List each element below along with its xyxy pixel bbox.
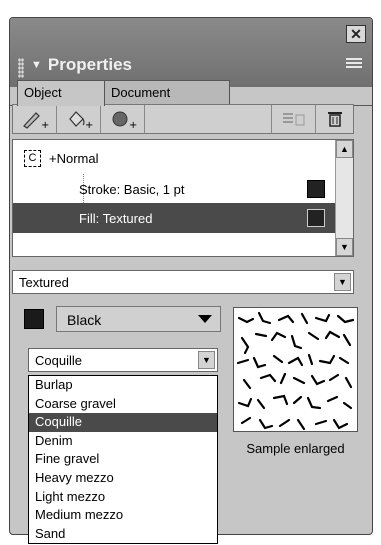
- panel-title-label: Properties: [47, 55, 132, 74]
- texture-pattern: [236, 311, 355, 431]
- chevron-down-icon[interactable]: ▼: [198, 351, 215, 369]
- list-item[interactable]: Denim: [29, 432, 217, 451]
- delete-button[interactable]: [315, 105, 353, 133]
- texture-preview: [233, 307, 358, 432]
- style-icon: C: [24, 149, 41, 167]
- drag-grip-icon[interactable]: [18, 58, 24, 78]
- panel-menu-icon[interactable]: [346, 58, 362, 72]
- fill-type-value: Textured: [19, 275, 69, 290]
- preview-caption: Sample enlarged: [246, 441, 345, 456]
- add-effect-button[interactable]: +: [101, 105, 145, 133]
- scroll-up-icon[interactable]: ▲: [336, 140, 353, 158]
- fill-type-select[interactable]: Textured ▼: [12, 270, 354, 294]
- delete-all-icon: [282, 113, 304, 126]
- fill-color-swatch[interactable]: [307, 209, 325, 227]
- collapse-triangle-icon[interactable]: ▼: [31, 59, 42, 71]
- tab-document[interactable]: Document: [104, 80, 230, 106]
- list-item-selected[interactable]: Coquille: [29, 413, 217, 432]
- close-icon: ✕: [350, 25, 362, 42]
- triangle-down-icon: [198, 315, 212, 323]
- panel-title[interactable]: ▼ Properties: [31, 55, 132, 75]
- scroll-down-icon[interactable]: ▼: [336, 238, 353, 256]
- list-item-style[interactable]: C +Normal: [13, 143, 335, 173]
- color-select[interactable]: Black: [56, 306, 221, 332]
- tab-object[interactable]: Object: [17, 80, 105, 106]
- list-item[interactable]: Heavy mezzo: [29, 469, 217, 488]
- stroke-color-swatch[interactable]: [307, 180, 325, 198]
- list-item[interactable]: Light mezzo: [29, 488, 217, 507]
- attribute-list-scrollbar[interactable]: ▲ ▼: [335, 140, 353, 256]
- add-stroke-icon: +: [22, 112, 49, 129]
- color-swatch[interactable]: [24, 309, 44, 329]
- close-button[interactable]: ✕: [346, 25, 366, 43]
- attribute-toolbar: + + +: [12, 104, 354, 134]
- texture-select[interactable]: Coquille ▼: [28, 348, 218, 372]
- fill-label: Fill: Textured: [79, 210, 153, 226]
- list-item[interactable]: Medium mezzo: [29, 506, 217, 525]
- svg-text:+: +: [85, 120, 93, 129]
- trash-icon: [327, 112, 342, 127]
- list-item[interactable]: Coarse gravel: [29, 395, 217, 414]
- svg-text:+: +: [129, 120, 137, 129]
- list-item-fill[interactable]: Fill: Textured: [13, 203, 335, 233]
- chevron-down-icon[interactable]: ▼: [334, 273, 351, 291]
- add-stroke-button[interactable]: +: [13, 105, 57, 133]
- delete-all-button[interactable]: [271, 105, 315, 133]
- list-item[interactable]: Fine gravel: [29, 450, 217, 469]
- color-value: Black: [67, 312, 102, 328]
- style-label: +Normal: [49, 150, 99, 166]
- stroke-label: Stroke: Basic, 1 pt: [79, 181, 185, 197]
- list-item[interactable]: Sand: [29, 525, 217, 544]
- tab-bar: Object Document: [17, 80, 230, 106]
- svg-text:+: +: [41, 120, 49, 129]
- panel-titlebar[interactable]: [10, 18, 372, 87]
- list-item[interactable]: Burlap: [29, 376, 217, 395]
- list-item-stroke[interactable]: Stroke: Basic, 1 pt: [13, 174, 335, 204]
- texture-dropdown-list: Burlap Coarse gravel Coquille Denim Fine…: [28, 375, 218, 544]
- add-fill-button[interactable]: +: [57, 105, 101, 133]
- add-effect-icon: +: [112, 111, 137, 129]
- attribute-list: C +Normal Stroke: Basic, 1 pt Fill: Text…: [12, 139, 354, 257]
- texture-value: Coquille: [35, 353, 82, 368]
- add-fill-icon: +: [68, 111, 93, 129]
